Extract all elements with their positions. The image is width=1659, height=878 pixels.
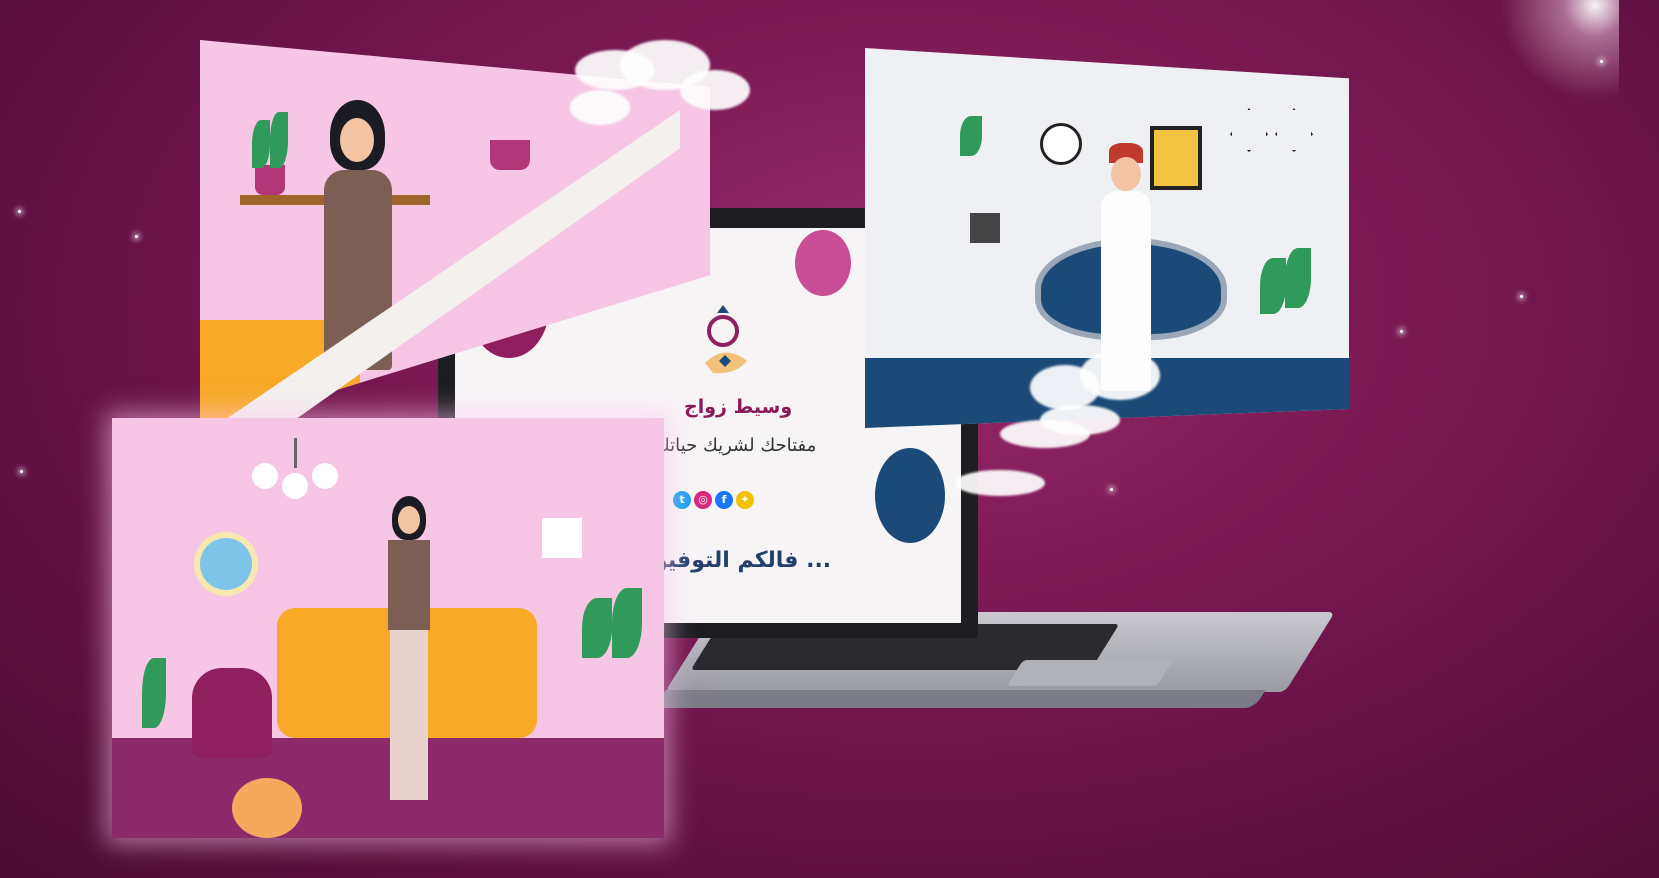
plant-leaf bbox=[1285, 248, 1311, 308]
twitter-icon[interactable]: t bbox=[673, 491, 691, 509]
circle-pink bbox=[795, 230, 851, 296]
scene-panel-bottom-left bbox=[112, 418, 664, 838]
snapchat-icon[interactable]: ✦ bbox=[736, 491, 754, 509]
mirror-icon bbox=[200, 538, 252, 590]
plant-leaf bbox=[252, 120, 270, 168]
plant-leaf bbox=[960, 116, 982, 156]
floor-lamp bbox=[542, 518, 582, 558]
star bbox=[135, 235, 138, 238]
brand-name: وسيط زواج bbox=[684, 396, 793, 418]
plant-leaf bbox=[612, 588, 642, 658]
star bbox=[20, 470, 23, 473]
plant-leaf bbox=[1260, 258, 1286, 314]
woman-character-standing bbox=[380, 496, 436, 806]
pendant-lamp-icon bbox=[1275, 108, 1313, 152]
wall-clock-icon bbox=[1040, 123, 1082, 165]
plant-leaf bbox=[270, 112, 288, 168]
star bbox=[1400, 330, 1403, 333]
star bbox=[1110, 488, 1113, 491]
instagram-icon[interactable]: ◎ bbox=[694, 491, 712, 509]
hanging-plant bbox=[490, 140, 530, 170]
ring-logo-icon bbox=[705, 305, 747, 374]
star bbox=[1600, 60, 1603, 63]
closing-message: فالكم التوفيق ... bbox=[648, 548, 832, 573]
circle-navy bbox=[875, 448, 945, 543]
picture-frame bbox=[1150, 126, 1202, 190]
chandelier-icon bbox=[252, 438, 342, 508]
pendant-lamp-icon bbox=[1230, 108, 1268, 152]
purple-armchair bbox=[192, 668, 272, 758]
desk-lamp bbox=[970, 213, 1000, 243]
trackpad bbox=[1006, 660, 1174, 686]
star bbox=[18, 210, 21, 213]
star bbox=[1520, 295, 1523, 298]
lens-flare bbox=[1459, 0, 1619, 110]
laptop-front-edge bbox=[654, 690, 1266, 708]
facebook-icon[interactable]: f bbox=[715, 491, 733, 509]
plant-leaf bbox=[142, 658, 166, 728]
plant-pot bbox=[255, 165, 285, 195]
brand-tagline: مفتاحك لشريك حياتك bbox=[655, 435, 817, 456]
orange-pouf bbox=[232, 778, 302, 838]
plant-leaf bbox=[582, 598, 612, 658]
